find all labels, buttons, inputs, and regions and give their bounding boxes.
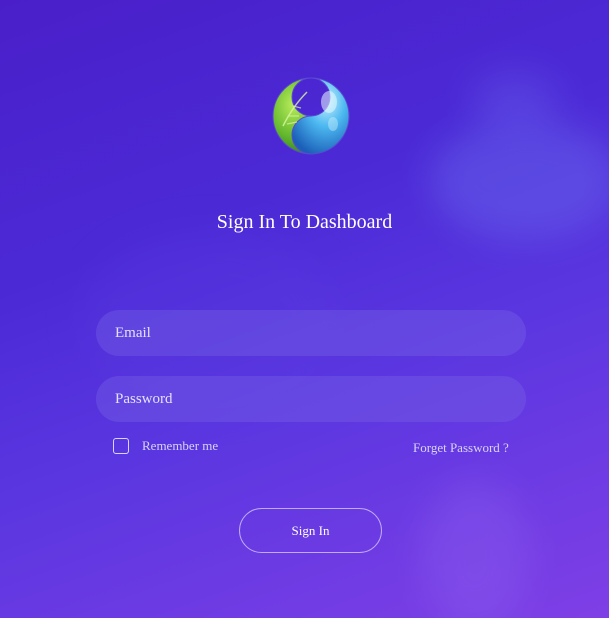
remember-me-checkbox[interactable] xyxy=(113,438,129,454)
page-title: Sign In To Dashboard xyxy=(216,211,393,233)
email-field-container xyxy=(96,310,526,356)
remember-me-label: Remember me xyxy=(142,438,219,453)
email-field[interactable] xyxy=(96,310,526,356)
background-splash xyxy=(470,70,560,130)
remember-me-option[interactable]: Remember me xyxy=(113,438,218,454)
forgot-password-link[interactable]: Forget Password ? xyxy=(413,440,509,456)
logo-icon xyxy=(272,77,350,155)
password-field-container xyxy=(96,376,526,422)
sign-in-button[interactable]: Sign In xyxy=(239,508,382,553)
background-splash xyxy=(420,480,530,618)
password-field[interactable] xyxy=(96,376,526,422)
